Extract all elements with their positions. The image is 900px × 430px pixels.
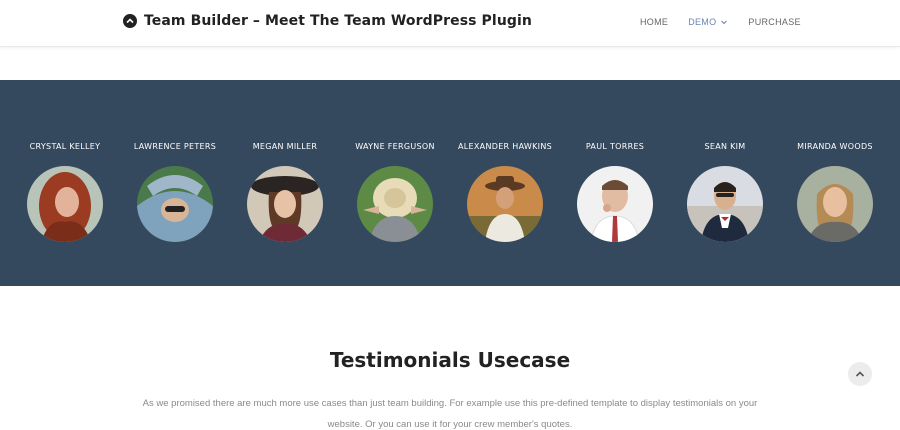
member-avatar[interactable] — [687, 166, 763, 242]
team-member: LAWRENCE PETERS — [120, 142, 230, 242]
team-member: ALEXANDER HAWKINS — [450, 142, 560, 242]
testimonials-text-line2: website. Or you can use it for your crew… — [327, 419, 573, 430]
member-name: SEAN KIM — [704, 142, 746, 151]
scroll-to-top-button[interactable] — [848, 362, 872, 386]
member-name: CRYSTAL KELLEY — [29, 142, 101, 151]
member-name: PAUL TORRES — [585, 142, 645, 151]
nav-purchase[interactable]: PURCHASE — [748, 17, 800, 27]
team-member: WAYNE FERGUSON — [340, 142, 450, 242]
team-member: MEGAN MILLER — [230, 142, 340, 242]
nav-home-label: HOME — [640, 17, 669, 27]
team-member: PAUL TORRES — [560, 142, 670, 242]
team-member: CRYSTAL KELLEY — [10, 142, 120, 242]
member-name: MIRANDA WOODS — [797, 142, 873, 151]
member-avatar[interactable] — [137, 166, 213, 242]
team-member: SEAN KIM — [670, 142, 780, 242]
member-name: ALEXANDER HAWKINS — [458, 142, 552, 151]
member-avatar[interactable] — [467, 166, 543, 242]
site-header: Team Builder – Meet The Team WordPress P… — [0, 0, 900, 47]
member-avatar[interactable] — [27, 166, 103, 242]
team-member: MIRANDA WOODS — [780, 142, 890, 242]
member-name: LAWRENCE PETERS — [133, 142, 217, 151]
main-nav: HOME DEMO PURCHASE — [640, 17, 801, 27]
testimonials-title: Testimonials Usecase — [329, 348, 571, 372]
nav-home[interactable]: HOME — [640, 17, 668, 27]
chevron-down-icon — [721, 20, 728, 25]
member-name: MEGAN MILLER — [252, 142, 318, 151]
member-avatar[interactable] — [357, 166, 433, 242]
chevron-up-circle-icon — [123, 14, 137, 28]
nav-demo[interactable]: DEMO — [688, 17, 728, 27]
member-avatar[interactable] — [577, 166, 653, 242]
nav-demo-label: DEMO — [688, 17, 717, 27]
testimonials-description: As we promised there are much more use c… — [120, 393, 780, 430]
member-name: WAYNE FERGUSON — [355, 142, 435, 151]
member-avatar[interactable] — [247, 166, 323, 242]
nav-purchase-label: PURCHASE — [748, 17, 801, 27]
site-title: Team Builder – Meet The Team WordPress P… — [144, 13, 532, 29]
team-showcase: CRYSTAL KELLEY LAWRENCE PETERS MEGAN MIL… — [0, 80, 900, 286]
site-brand[interactable]: Team Builder – Meet The Team WordPress P… — [123, 13, 532, 29]
testimonials-text-line1: As we promised there are much more use c… — [142, 398, 758, 409]
member-avatar[interactable] — [797, 166, 873, 242]
chevron-up-icon — [855, 371, 865, 377]
